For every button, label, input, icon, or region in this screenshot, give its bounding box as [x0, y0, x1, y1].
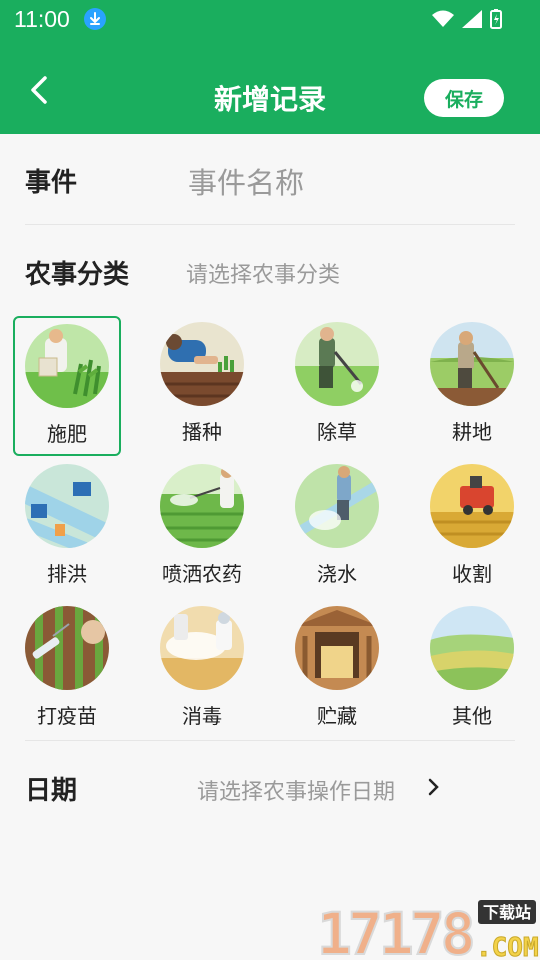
watermark-logo: 17178 下载站 .COM: [315, 898, 540, 960]
category-item-label: 贮藏: [317, 704, 357, 728]
category-item-label: 施肥: [47, 422, 87, 446]
divider: [25, 224, 515, 225]
category-item-drainage[interactable]: 排洪: [13, 458, 121, 598]
status-time: 11:00: [14, 6, 70, 32]
storage-image: [295, 606, 379, 690]
svg-text:下载站: 下载站: [483, 903, 531, 922]
category-item-harvest[interactable]: 收割: [418, 458, 526, 598]
category-item-label: 除草: [317, 420, 357, 444]
fertilize-image: [25, 324, 109, 408]
event-label: 事件: [25, 168, 78, 198]
plow-image: [430, 322, 514, 406]
other-image: [430, 606, 514, 690]
category-item-fertilize[interactable]: 施肥: [13, 316, 121, 456]
disinfect-image: [160, 606, 244, 690]
status-icons: [432, 8, 502, 30]
category-item-label: 播种: [182, 420, 222, 444]
category-item-sow[interactable]: 播种: [148, 316, 256, 456]
category-item-weed[interactable]: 除草: [283, 316, 391, 456]
harvest-image: [430, 464, 514, 548]
weed-image: [295, 322, 379, 406]
category-item-label: 喷洒农药: [162, 562, 242, 586]
battery-icon: [490, 9, 502, 29]
divider: [25, 740, 515, 741]
category-hint: 请选择农事分类: [186, 263, 341, 288]
category-item-label: 收割: [452, 562, 492, 586]
category-item-plow[interactable]: 耕地: [418, 316, 526, 456]
category-item-disinfect[interactable]: 消毒: [148, 600, 256, 740]
download-icon: [84, 8, 106, 30]
save-button[interactable]: 保存: [424, 79, 504, 117]
category-item-storage[interactable]: 贮藏: [283, 600, 391, 740]
date-label: 日期: [25, 776, 78, 806]
status-bar: 11:00: [0, 0, 540, 40]
spray-image: [160, 464, 244, 548]
chevron-right-icon[interactable]: [426, 776, 442, 798]
category-item-water[interactable]: 浇水: [283, 458, 391, 598]
category-item-spray[interactable]: 喷洒农药: [148, 458, 256, 598]
svg-text:.COM: .COM: [476, 933, 539, 960]
event-name-input[interactable]: 事件名称: [188, 160, 304, 202]
category-item-label: 耕地: [452, 420, 492, 444]
category-item-label: 消毒: [182, 704, 222, 728]
category-item-vaccinate[interactable]: 打疫苗: [13, 600, 121, 740]
vaccinate-image: [25, 606, 109, 690]
wifi-icon: [432, 10, 454, 27]
drainage-image: [25, 464, 109, 548]
water-image: [295, 464, 379, 548]
svg-text:17178: 17178: [317, 900, 473, 960]
category-item-other[interactable]: 其他: [418, 600, 526, 740]
category-item-label: 其他: [452, 704, 492, 728]
category-item-label: 浇水: [317, 562, 357, 586]
app-bar: 新增记录 保存: [0, 40, 540, 134]
category-item-label: 打疫苗: [37, 704, 97, 728]
date-picker[interactable]: 请选择农事操作日期: [197, 774, 395, 806]
signal-icon: [462, 10, 482, 28]
sow-image: [160, 322, 244, 406]
category-label: 农事分类: [25, 260, 130, 290]
category-item-label: 排洪: [47, 562, 87, 586]
